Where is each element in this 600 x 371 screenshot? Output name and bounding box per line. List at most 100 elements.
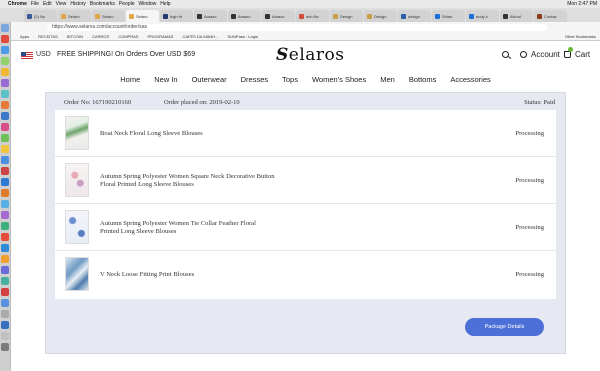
dock-app-icon[interactable] xyxy=(1,35,9,43)
browser-tab[interactable]: Contac xyxy=(534,10,567,22)
product-title[interactable]: V Neck Loose Fitting Print Blouses xyxy=(100,271,275,279)
menu-history[interactable]: History xyxy=(70,1,86,7)
dock-app-icon[interactable] xyxy=(1,57,9,65)
browser-tab[interactable]: Selaro xyxy=(92,10,125,22)
menu-chrome[interactable]: Chrome xyxy=(8,1,27,7)
nav-dresses[interactable]: Dresses xyxy=(241,75,269,87)
dock-app-icon[interactable] xyxy=(1,233,9,241)
currency-selector[interactable]: USD xyxy=(36,51,51,58)
dock-app-icon[interactable] xyxy=(1,332,9,340)
browser-tab[interactable]: Selaro xyxy=(126,10,159,22)
dock-app-icon[interactable] xyxy=(1,244,9,252)
nav-bottoms[interactable]: Bottoms xyxy=(409,75,437,87)
account-link[interactable]: Account xyxy=(531,50,560,59)
menu-view[interactable]: View xyxy=(56,1,67,7)
url-input[interactable]: https://www.selaros.com/account/order/sa… xyxy=(47,23,547,31)
bookmark-bitcoin[interactable]: BITCOIN xyxy=(67,34,83,39)
menu-file[interactable]: File xyxy=(31,1,39,7)
account-icon[interactable] xyxy=(520,51,527,58)
bookmark-carros[interactable]: CARROS xyxy=(92,34,109,39)
order-item-row[interactable]: Autumn Spring Polyester Women Square Nec… xyxy=(55,157,556,204)
dock-app-icon[interactable] xyxy=(1,200,9,208)
dock-app-icon[interactable] xyxy=(1,189,9,197)
browser-tab[interactable]: Alchol xyxy=(500,10,533,22)
nav-outerwear[interactable]: Outerwear xyxy=(192,75,227,87)
product-title[interactable]: Autumn Spring Polyester Women Square Nec… xyxy=(100,173,275,189)
bookmark-programas[interactable]: PROGRAMAS xyxy=(147,34,173,39)
product-thumbnail[interactable] xyxy=(65,257,89,291)
dock-app-icon[interactable] xyxy=(1,255,9,263)
product-thumbnail[interactable] xyxy=(65,116,89,150)
order-item-row[interactable]: Boat Neck Floral Long Sleeve Blouses Pro… xyxy=(55,110,556,157)
nav-tops[interactable]: Tops xyxy=(282,75,298,87)
dock-app-icon[interactable] xyxy=(1,321,9,329)
menu-help[interactable]: Help xyxy=(160,1,170,7)
browser-tab[interactable]: Amazo xyxy=(262,10,295,22)
dock-app-icon[interactable] xyxy=(1,145,9,153)
nav-accessories[interactable]: Accessories xyxy=(450,75,490,87)
product-thumbnail[interactable] xyxy=(65,163,89,197)
browser-tab[interactable]: high fn xyxy=(160,10,193,22)
menu-bookmarks[interactable]: Bookmarks xyxy=(90,1,115,7)
dock-app-icon[interactable] xyxy=(1,167,9,175)
dock-app-icon[interactable] xyxy=(1,178,9,186)
browser-tab[interactable]: design xyxy=(398,10,431,22)
nav-new-in[interactable]: New In xyxy=(154,75,177,87)
bookmark-receitas[interactable]: RECEITAS xyxy=(38,34,58,39)
dock-app-icon[interactable] xyxy=(1,123,9,131)
nav-home[interactable]: Home xyxy=(120,75,140,87)
product-thumbnail[interactable] xyxy=(65,210,89,244)
site-logo[interactable]: Selaros xyxy=(276,45,345,65)
menubar-clock[interactable]: Mon 2:47 PM xyxy=(567,1,597,7)
product-title[interactable]: Boat Neck Floral Long Sleeve Blouses xyxy=(100,130,275,138)
order-item-row[interactable]: Autumn Spring Polyester Women Tie Collar… xyxy=(55,204,556,251)
dock-app-icon[interactable] xyxy=(1,101,9,109)
browser-tab[interactable]: Design xyxy=(330,10,363,22)
browser-tab[interactable]: Design xyxy=(364,10,397,22)
us-flag-icon[interactable] xyxy=(21,52,33,60)
browser-tab[interactable]: ach Ne xyxy=(296,10,329,22)
order-number-label: Order No: xyxy=(64,99,91,106)
dock-app-icon[interactable] xyxy=(1,299,9,307)
browser-tab[interactable]: Amazo xyxy=(194,10,227,22)
dock-app-icon[interactable] xyxy=(1,46,9,54)
browser-tab[interactable]: (2) No xyxy=(24,10,57,22)
browser-tab[interactable]: Amazo xyxy=(228,10,261,22)
bookmark-apps[interactable]: Apps xyxy=(20,34,29,39)
menu-window[interactable]: Window xyxy=(139,1,157,7)
search-icon[interactable] xyxy=(502,51,509,58)
bookmark-cafes[interactable]: CAFÉS DA MANH... xyxy=(182,34,218,39)
other-bookmarks[interactable]: Other Bookmarks xyxy=(565,34,596,39)
cart-icon[interactable] xyxy=(564,51,571,58)
cart-link[interactable]: Cart xyxy=(575,50,590,59)
dock-app-icon[interactable] xyxy=(1,24,9,32)
dock-app-icon[interactable] xyxy=(1,156,9,164)
dock-app-icon[interactable] xyxy=(1,68,9,76)
shipping-banner: FREE SHIPPING! On Orders Over USD $69 xyxy=(57,51,196,58)
dock-app-icon[interactable] xyxy=(1,79,9,87)
nav-womens-shoes[interactable]: Women's Shoes xyxy=(312,75,366,87)
bookmark-compras[interactable]: COMPRAS xyxy=(118,34,138,39)
dock-app-icon[interactable] xyxy=(1,222,9,230)
browser-tab[interactable]: Selaro xyxy=(58,10,91,22)
dock-app-icon[interactable] xyxy=(1,277,9,285)
dock-app-icon[interactable] xyxy=(1,343,9,351)
nav-men[interactable]: Men xyxy=(380,75,395,87)
browser-tab[interactable]: Shirts xyxy=(432,10,465,22)
dock-app-icon[interactable] xyxy=(1,134,9,142)
dock-app-icon[interactable] xyxy=(1,112,9,120)
bookmark-sunpass[interactable]: SUNPass : Login xyxy=(227,34,257,39)
dock-app-icon[interactable] xyxy=(1,211,9,219)
tab-favicon-icon xyxy=(537,13,542,19)
tab-favicon-icon xyxy=(95,13,100,19)
dock-app-icon[interactable] xyxy=(1,288,9,296)
dock-app-icon[interactable] xyxy=(1,90,9,98)
package-details-button[interactable]: Package Details xyxy=(465,318,544,336)
dock-app-icon[interactable] xyxy=(1,310,9,318)
order-item-row[interactable]: V Neck Loose Fitting Print Blouses Proce… xyxy=(55,251,556,298)
dock-app-icon[interactable] xyxy=(1,266,9,274)
product-title[interactable]: Autumn Spring Polyester Women Tie Collar… xyxy=(100,220,275,236)
browser-tab[interactable]: body c xyxy=(466,10,499,22)
menu-edit[interactable]: Edit xyxy=(43,1,52,7)
menu-people[interactable]: People xyxy=(119,1,135,7)
